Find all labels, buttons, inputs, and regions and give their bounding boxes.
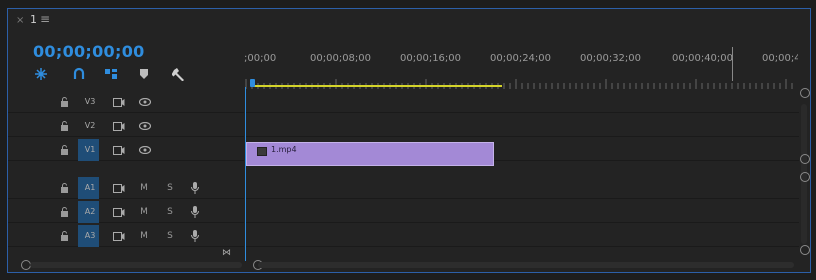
timeline-panel: × 1 ≡ 00;00;00;00 ;00;00 00;00;08;00 00;… bbox=[7, 8, 811, 273]
track-name[interactable]: A1 bbox=[83, 183, 97, 192]
lock-icon[interactable] bbox=[58, 94, 70, 110]
video-clip[interactable]: 1.mp4 bbox=[246, 142, 494, 166]
ruler-marker-line bbox=[732, 47, 733, 81]
work-area-bar[interactable] bbox=[252, 85, 502, 87]
clip-name: 1.mp4 bbox=[271, 145, 297, 154]
ruler-label: 00;00;4 bbox=[762, 53, 798, 64]
track-lane-a1[interactable] bbox=[245, 177, 799, 199]
solo-button[interactable]: S bbox=[164, 228, 176, 244]
track-header-a1: A1 M S bbox=[8, 177, 244, 199]
mute-button[interactable]: M bbox=[138, 204, 150, 220]
timeline-tab-bar: × 1 ≡ bbox=[8, 9, 810, 35]
track-name[interactable]: A3 bbox=[83, 231, 97, 240]
track-lane-a3[interactable] bbox=[245, 225, 799, 247]
solo-button[interactable]: S bbox=[164, 204, 176, 220]
eye-icon[interactable] bbox=[138, 94, 152, 110]
ruler-label: 00;00;24;00 bbox=[490, 53, 552, 64]
eye-icon[interactable] bbox=[138, 118, 152, 134]
sequence-tab-title[interactable]: 1 bbox=[30, 13, 37, 26]
ruler-label: ;00;00 bbox=[244, 53, 277, 64]
zoom-handle-icon[interactable] bbox=[800, 245, 810, 255]
ruler-label: 00;00;32;00 bbox=[580, 53, 642, 64]
lock-icon[interactable] bbox=[58, 204, 70, 220]
add-marker-icon[interactable] bbox=[103, 65, 119, 83]
lock-icon[interactable] bbox=[58, 118, 70, 134]
solo-button[interactable]: S bbox=[164, 180, 176, 196]
ruler-ticks bbox=[245, 79, 793, 89]
wrench-icon[interactable] bbox=[171, 65, 187, 83]
microphone-icon[interactable] bbox=[188, 180, 202, 196]
track-lane-v2[interactable] bbox=[245, 115, 799, 137]
track-name[interactable]: V2 bbox=[83, 121, 97, 130]
ruler-label: 00;00;08;00 bbox=[310, 53, 372, 64]
playhead-line[interactable] bbox=[245, 87, 246, 261]
toggle-sync-icon[interactable] bbox=[112, 204, 126, 220]
tab-close-button[interactable]: × bbox=[16, 15, 24, 26]
track-lane-v3[interactable] bbox=[245, 91, 799, 113]
tab-menu-icon[interactable]: ≡ bbox=[40, 12, 50, 26]
mute-button[interactable]: M bbox=[138, 180, 150, 196]
timeline-toolbar bbox=[33, 65, 233, 85]
lock-icon[interactable] bbox=[58, 142, 70, 158]
playhead-handle[interactable] bbox=[250, 79, 255, 87]
time-ruler[interactable]: ;00;00 00;00;08;00 00;00;16;00 00;00;24;… bbox=[244, 39, 798, 89]
mute-button[interactable]: M bbox=[138, 228, 150, 244]
zoom-handle-icon[interactable] bbox=[800, 172, 810, 182]
toggle-sync-icon[interactable] bbox=[112, 142, 126, 158]
lock-icon[interactable] bbox=[58, 180, 70, 196]
bowtie-icon: ⋈ bbox=[222, 248, 231, 258]
eye-icon[interactable] bbox=[138, 142, 152, 158]
ruler-label: 00;00;16;00 bbox=[400, 53, 462, 64]
track-header-a2: A2 M S bbox=[8, 201, 244, 223]
track-name[interactable]: V3 bbox=[83, 97, 97, 106]
zoom-handle-icon[interactable] bbox=[800, 154, 810, 164]
microphone-icon[interactable] bbox=[188, 228, 202, 244]
zoom-handle-icon[interactable] bbox=[800, 88, 810, 98]
fx-badge-icon bbox=[257, 147, 267, 156]
track-header-a3: A3 M S bbox=[8, 225, 244, 247]
horizontal-scrollbar[interactable] bbox=[258, 262, 794, 268]
track-header-scrollbar[interactable] bbox=[30, 262, 242, 268]
track-header-v2: V2 bbox=[8, 115, 244, 137]
track-name[interactable]: A2 bbox=[83, 207, 97, 216]
marker-icon[interactable] bbox=[137, 65, 151, 83]
track-lane-a2[interactable] bbox=[245, 201, 799, 223]
lock-icon[interactable] bbox=[58, 228, 70, 244]
playhead-timecode[interactable]: 00;00;00;00 bbox=[33, 42, 145, 61]
track-header-v3: V3 bbox=[8, 91, 244, 113]
linked-selection-icon[interactable] bbox=[71, 65, 87, 83]
toggle-sync-icon[interactable] bbox=[112, 94, 126, 110]
toggle-sync-icon[interactable] bbox=[112, 228, 126, 244]
microphone-icon[interactable] bbox=[188, 204, 202, 220]
ruler-label: 00;00;40;00 bbox=[672, 53, 734, 64]
toggle-sync-icon[interactable] bbox=[112, 118, 126, 134]
toggle-sync-icon[interactable] bbox=[112, 180, 126, 196]
track-name[interactable]: V1 bbox=[83, 145, 97, 154]
snap-icon[interactable] bbox=[33, 65, 49, 83]
track-header-v1: V1 bbox=[8, 139, 244, 161]
